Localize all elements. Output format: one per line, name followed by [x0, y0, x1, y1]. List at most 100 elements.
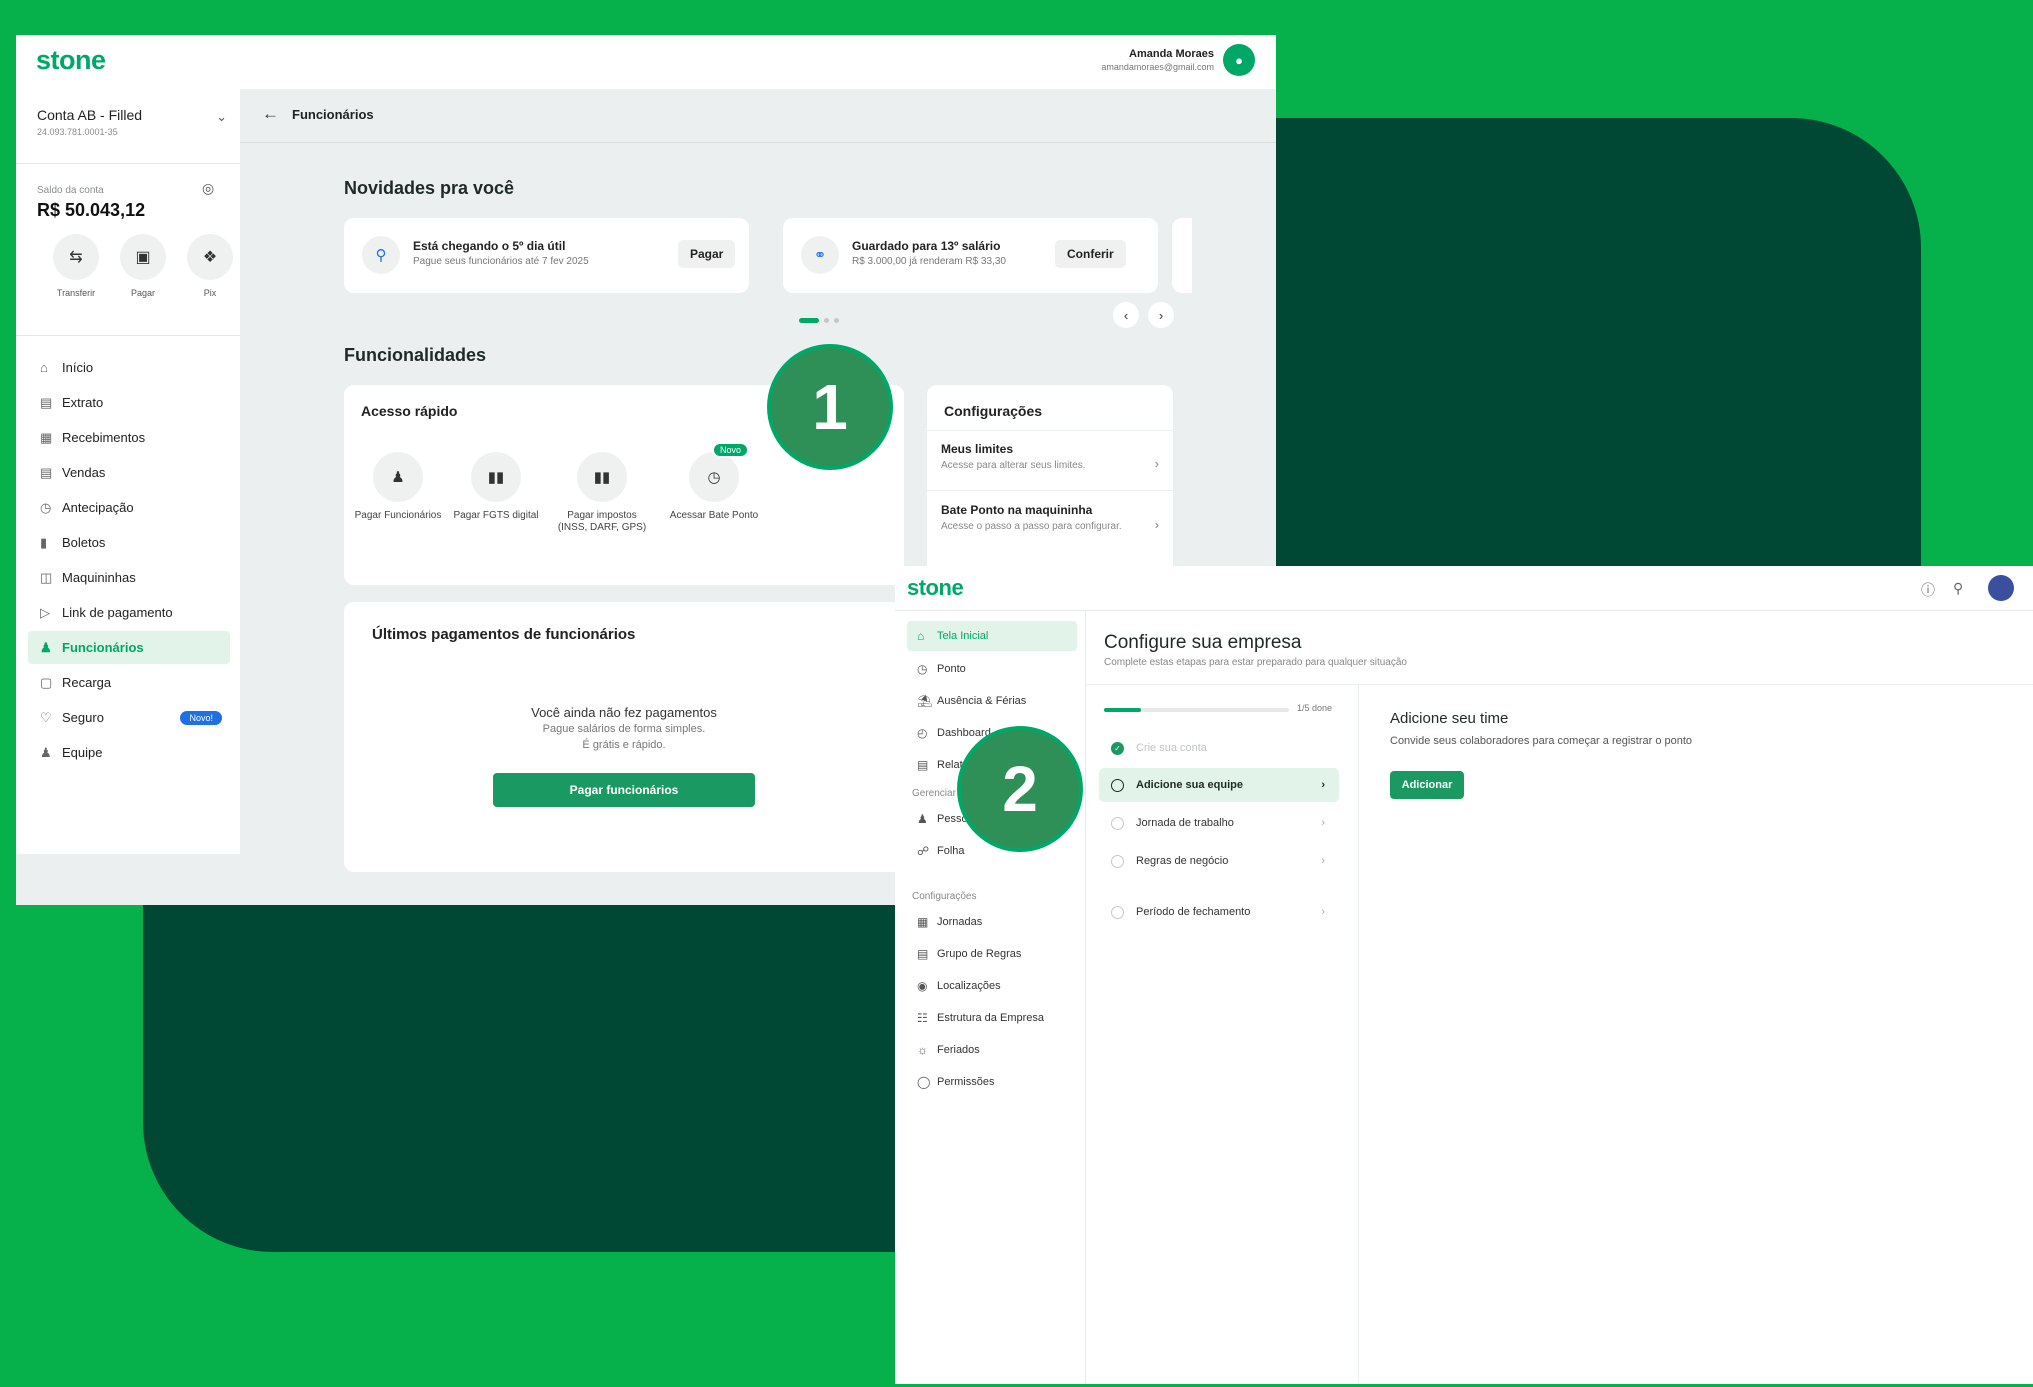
- sidebar-item-boletos[interactable]: ▮ Boletos: [28, 526, 230, 559]
- sidebar-item-recarga[interactable]: ▢ Recarga: [28, 666, 230, 699]
- sidebar-item-label: Seguro: [62, 710, 104, 725]
- sidebar-item-jornadas[interactable]: ▦ Jornadas: [907, 907, 1077, 937]
- sidebar-item-label: Recebimentos: [62, 430, 146, 445]
- news-card-subtitle: Pague seus funcionários até 7 fev 2025: [413, 256, 589, 267]
- setup-step-label: Crie sua conta: [1136, 742, 1207, 754]
- setup-step-label: Adicione sua equipe: [1136, 779, 1243, 791]
- avatar[interactable]: [1988, 575, 2014, 601]
- sidebar-item-ausencia-ferias[interactable]: ⛱ Ausência & Férias: [907, 686, 1077, 716]
- account-selector[interactable]: Conta AB - Filled 24.093.781.0001-35 ⌄: [37, 107, 227, 137]
- setup-step[interactable]: ✓ Crie sua conta: [1099, 731, 1339, 765]
- divider: [927, 430, 1173, 431]
- balance-label: Saldo da conta: [37, 185, 104, 196]
- news-card-title: Está chegando o 5º dia útil: [413, 239, 566, 253]
- sidebar-item-localizacoes[interactable]: ◉ Localizações: [907, 971, 1077, 1001]
- carousel-dot[interactable]: [799, 318, 819, 324]
- back-arrow-icon[interactable]: ←: [262, 104, 279, 124]
- sidebar-item-funcionarios[interactable]: ♟ Funcionários: [28, 631, 230, 664]
- news-card-peek: [1172, 218, 1192, 293]
- people-icon: ♟: [917, 812, 928, 826]
- user-info[interactable]: Amanda Moraes amandamoraes@gmail.com: [1101, 48, 1214, 72]
- quick-access-pay-employees[interactable]: ♟ Pagar Funcionários: [350, 452, 446, 522]
- progress-label: 1/5 done: [1297, 703, 1333, 713]
- settings-item-bate-ponto[interactable]: Bate Ponto na maquininha Acesse o passo …: [941, 503, 1159, 533]
- people-icon: ♟: [373, 452, 423, 502]
- page-header: ← Funcionários: [240, 89, 1276, 143]
- setup-step-label: Regras de negócio: [1136, 855, 1229, 867]
- setup-step[interactable]: Jornada de trabalho ›: [1099, 806, 1339, 840]
- setup-step[interactable]: Regras de negócio ›: [1099, 844, 1339, 878]
- check-button[interactable]: Conferir: [1055, 240, 1126, 268]
- quick-action-pay[interactable]: ▣ Pagar: [119, 234, 167, 298]
- sidebar-item-seguro[interactable]: ♡ Seguro Novo!: [28, 701, 230, 734]
- sidebar-item-recebimentos[interactable]: ▦ Recebimentos: [28, 421, 230, 454]
- news-card[interactable]: ⚭ Guardado para 13º salário R$ 3.000,00 …: [783, 218, 1158, 293]
- barcode-icon: ▮▮: [577, 452, 627, 502]
- sidebar-item-equipe[interactable]: ♟ Equipe: [28, 736, 230, 769]
- avatar[interactable]: ●: [1223, 44, 1255, 76]
- sidebar-item-grupo-regras[interactable]: ▤ Grupo de Regras: [907, 939, 1077, 969]
- sidebar-item-label: Feriados: [937, 1044, 980, 1056]
- empty-state-title: Você ainda não fez pagamentos: [531, 705, 717, 720]
- setup-step[interactable]: Período de fechamento ›: [1099, 895, 1339, 929]
- sidebar-item-estrutura-empresa[interactable]: ☷ Estrutura da Empresa: [907, 1003, 1077, 1033]
- quick-access-bate-ponto[interactable]: ◷ Novo Acessar Bate Ponto: [666, 442, 762, 522]
- piggy-bank-icon: ⚭: [801, 236, 839, 274]
- sidebar-item-extrato[interactable]: ▤ Extrato: [28, 386, 230, 419]
- stone-logo[interactable]: stone: [36, 45, 106, 76]
- settings-item-subtitle: Acesse o passo a passo para configurar.: [941, 521, 1122, 532]
- heart-icon: ♡: [40, 709, 52, 725]
- last-payments-title: Últimos pagamentos de funcionários: [372, 626, 636, 643]
- circle-icon: [1111, 816, 1124, 830]
- carousel-dot[interactable]: [824, 318, 829, 324]
- sidebar-item-maquininhas[interactable]: ◫ Maquininhas: [28, 561, 230, 594]
- sidebar-item-vendas[interactable]: ▤ Vendas: [28, 456, 230, 489]
- pay-button[interactable]: Pagar: [678, 240, 736, 268]
- divider: [16, 335, 240, 336]
- store-icon: ▤: [40, 464, 53, 480]
- sidebar-item-feriados[interactable]: ☼ Feriados: [907, 1035, 1077, 1065]
- stone-logo[interactable]: stone: [907, 575, 964, 601]
- carousel-next-button[interactable]: ›: [1148, 302, 1174, 328]
- quick-access-pay-fgts[interactable]: ▮▮ Pagar FGTS digital: [448, 452, 544, 522]
- news-card[interactable]: ⚲ Está chegando o 5º dia útil Pague seus…: [344, 218, 749, 293]
- divider: [1086, 684, 2033, 685]
- pay-employees-button[interactable]: Pagar funcionários: [493, 773, 755, 807]
- eye-icon[interactable]: ◎: [202, 180, 214, 197]
- beach-icon: ⛱: [917, 694, 933, 708]
- bell-icon[interactable]: ⚲: [1953, 580, 1963, 597]
- chevron-right-icon: ›: [1158, 307, 1164, 323]
- sidebar-item-link-pagamento[interactable]: ▷ Link de pagamento: [28, 596, 230, 629]
- carousel-prev-button[interactable]: ‹: [1113, 302, 1139, 328]
- setup-progress-bar: [1104, 708, 1289, 712]
- chevron-left-icon: ‹: [1123, 307, 1129, 323]
- add-button[interactable]: Adicionar: [1390, 771, 1464, 799]
- panel-text: Convide seus colaboradores para começar …: [1390, 735, 1693, 747]
- barcode-icon: ▮▮: [471, 452, 521, 502]
- sidebar-item-label: Localizações: [937, 980, 1001, 992]
- quick-access-pay-taxes[interactable]: ▮▮ Pagar impostos (INSS, DARF, GPS): [554, 452, 650, 534]
- quick-action-transfer[interactable]: ⇆ Transferir: [52, 234, 100, 298]
- sidebar-item-ponto[interactable]: ◷ Ponto: [907, 654, 1077, 684]
- top-bar: stone Amanda Moraes amandamoraes@gmail.c…: [16, 35, 1276, 89]
- clock-icon: ◷: [40, 499, 52, 515]
- phone-icon: ▢: [40, 674, 53, 690]
- page-subtitle: Complete estas etapas para estar prepara…: [1104, 657, 1407, 668]
- settings-item-limits[interactable]: Meus limites Acesse para alterar seus li…: [941, 442, 1159, 472]
- divider: [1358, 685, 1359, 1384]
- sidebar-item-inicio[interactable]: ⌂ Início: [28, 351, 230, 384]
- empty-state-text: Pague salários de forma simples.: [542, 723, 706, 735]
- sidebar-item-permissoes[interactable]: ◯ Permissões: [907, 1067, 1077, 1097]
- pix-icon: ❖: [187, 234, 233, 280]
- page-title: Funcionários: [292, 107, 374, 122]
- carousel-dot[interactable]: [834, 318, 839, 324]
- sidebar-item-antecipacao[interactable]: ◷ Antecipação: [28, 491, 230, 524]
- quick-action-pix[interactable]: ❖ Pix: [186, 234, 234, 298]
- step-marker-2: 2: [957, 726, 1083, 852]
- circle-icon: [1111, 854, 1124, 868]
- setup-step[interactable]: Adicione sua equipe ›: [1099, 768, 1339, 802]
- help-icon[interactable]: ⓘ: [1921, 580, 1935, 600]
- sidebar-item-tela-inicial[interactable]: ⌂ Tela Inicial: [907, 621, 1077, 651]
- sidebar: ⌂ Tela Inicial ◷ Ponto ⛱ Ausência & Férias …: [895, 611, 1086, 1384]
- carousel-dots[interactable]: [799, 312, 844, 330]
